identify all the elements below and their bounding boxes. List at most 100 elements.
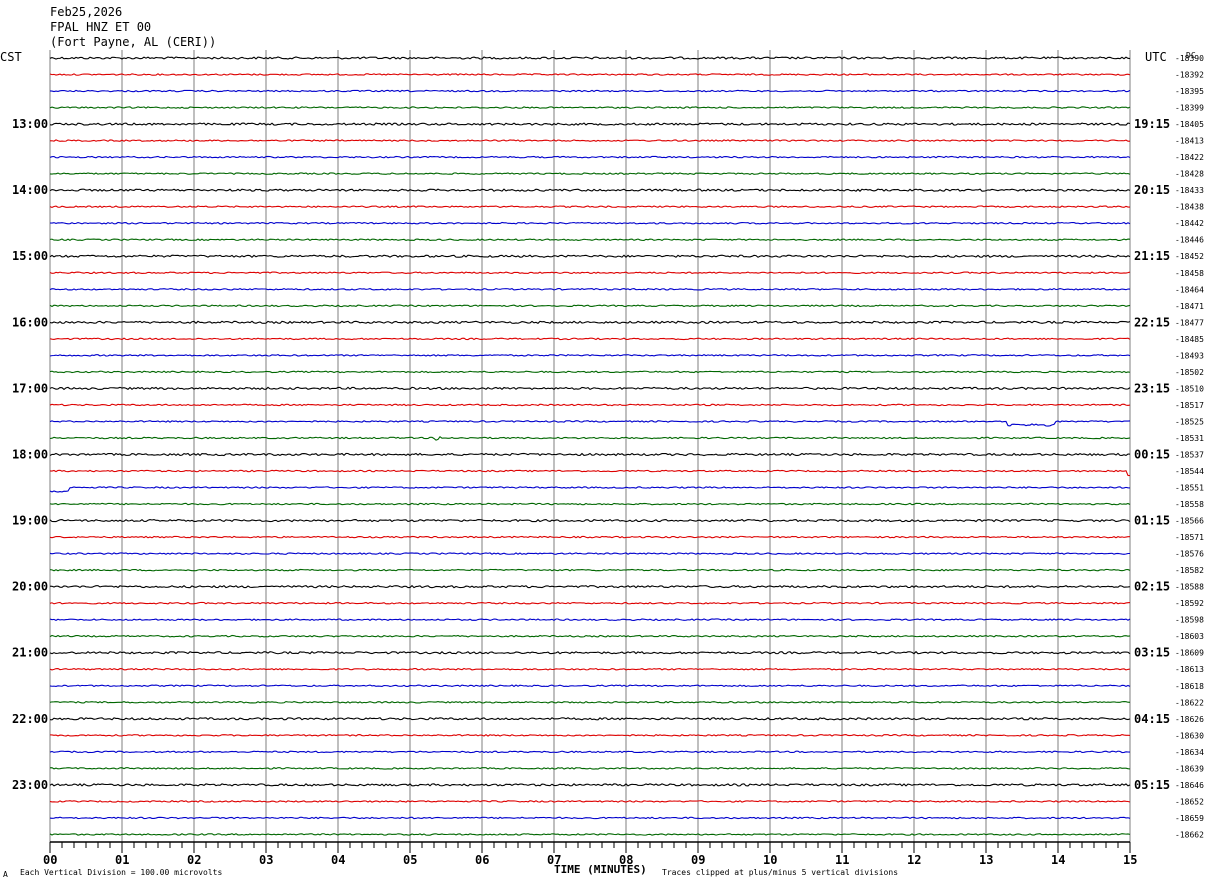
trace-16: [49, 320, 1131, 325]
trace-35: [49, 634, 1131, 638]
right-hour-label-1: 20:15: [1134, 183, 1170, 197]
left-hour-label-4: 17:00: [12, 381, 48, 395]
minute-grid: [49, 50, 1131, 842]
x-tick-label-14: 14: [1051, 853, 1065, 867]
trace-lines: [49, 56, 1131, 836]
dc-value-9: -18438: [1175, 203, 1204, 212]
dc-value-13: -18458: [1175, 269, 1204, 278]
dc-value-42: -18634: [1175, 748, 1204, 757]
trace-27: [49, 502, 1131, 506]
trace-19: [49, 370, 1131, 374]
dc-value-47: -18662: [1175, 830, 1204, 839]
dc-value-10: -18442: [1175, 219, 1204, 228]
dc-value-26: -18551: [1175, 484, 1204, 493]
x-tick-label-05: 05: [403, 853, 417, 867]
trace-43: [49, 767, 1131, 770]
trace-7: [49, 172, 1131, 175]
dc-value-17: -18485: [1175, 335, 1204, 344]
right-hour-label-9: 04:15: [1134, 712, 1170, 726]
left-hour-label-10: 23:00: [12, 778, 48, 792]
dc-value-18: -18493: [1175, 351, 1204, 360]
dc-value-37: -18613: [1175, 665, 1204, 674]
dc-value-28: -18566: [1175, 517, 1204, 526]
trace-1: [49, 73, 1131, 76]
right-hour-label-2: 21:15: [1134, 249, 1170, 263]
dc-value-43: -18639: [1175, 764, 1204, 773]
dc-value-8: -18433: [1175, 186, 1204, 195]
trace-41: [49, 733, 1131, 737]
trace-4: [49, 122, 1131, 126]
seismogram-plot: Feb25,2026 FPAL HNZ ET 00 (Fort Payne, A…: [0, 5, 1204, 879]
station-location: (Fort Payne, AL (CERI)): [50, 35, 216, 49]
trace-15: [49, 304, 1131, 308]
x-tick-label-06: 06: [475, 853, 489, 867]
trace-45: [49, 800, 1131, 803]
dc-value-19: -18502: [1175, 368, 1204, 377]
dc-value-21: -18517: [1175, 401, 1204, 410]
right-hour-label-7: 02:15: [1134, 580, 1170, 594]
x-tick-label-03: 03: [259, 853, 273, 867]
trace-38: [49, 684, 1131, 688]
dc-value-39: -18622: [1175, 698, 1204, 707]
x-tick-label-15: 15: [1123, 853, 1137, 867]
trace-26: [49, 486, 1131, 493]
dc-value-23: -18531: [1175, 434, 1204, 443]
dc-value-36: -18609: [1175, 649, 1204, 658]
dc-value-7: -18428: [1175, 170, 1204, 179]
right-hour-label-6: 01:15: [1134, 514, 1170, 528]
x-tick-label-10: 10: [763, 853, 777, 867]
x-tick-label-13: 13: [979, 853, 993, 867]
x-tick-label-11: 11: [835, 853, 849, 867]
dc-value-31: -18582: [1175, 566, 1204, 575]
scale-note: Each Vertical Division = 100.00 microvol…: [20, 868, 222, 877]
x-tick-label-12: 12: [907, 853, 921, 867]
dc-offset-labels: -18390 -18392 -18395 -18399 -18405 -18413 -184…: [1175, 54, 1204, 839]
x-tick-label-04: 04: [331, 853, 345, 867]
trace-2: [49, 89, 1131, 93]
dc-value-22: -18525: [1175, 417, 1204, 426]
left-hour-label-7: 20:00: [12, 580, 48, 594]
trace-39: [49, 700, 1131, 704]
trace-37: [49, 667, 1131, 671]
dc-value-5: -18413: [1175, 137, 1204, 146]
dc-value-44: -18646: [1175, 781, 1204, 790]
trace-21: [49, 403, 1131, 407]
dc-value-33: -18592: [1175, 599, 1204, 608]
left-timezone-label: CST: [0, 50, 22, 64]
dc-value-11: -18446: [1175, 236, 1204, 245]
trace-25: [49, 469, 1131, 477]
trace-9: [49, 205, 1131, 209]
trace-5: [49, 139, 1131, 142]
trace-22: [49, 420, 1131, 427]
dc-value-45: -18652: [1175, 797, 1204, 806]
dc-value-0: -18390: [1175, 54, 1204, 63]
dc-value-38: -18618: [1175, 682, 1204, 691]
trace-0: [49, 56, 1131, 60]
left-hour-label-1: 14:00: [12, 183, 48, 197]
trace-42: [49, 750, 1131, 754]
right-hour-label-10: 05:15: [1134, 778, 1170, 792]
trace-18: [49, 354, 1131, 357]
clip-note: Traces clipped at plus/minus 5 vertical …: [662, 868, 898, 877]
trace-20: [49, 386, 1131, 391]
trace-17: [49, 337, 1131, 341]
trace-44: [49, 783, 1131, 787]
x-axis-title: TIME (MINUTES): [554, 863, 647, 876]
x-tick-label-09: 09: [691, 853, 705, 867]
corner-mark: A: [3, 870, 8, 879]
dc-value-14: -18464: [1175, 285, 1204, 294]
left-hour-label-8: 21:00: [12, 646, 48, 660]
trace-29: [49, 535, 1131, 539]
left-hour-label-6: 19:00: [12, 514, 48, 528]
trace-14: [49, 287, 1131, 291]
station-header: Feb25,2026 FPAL HNZ ET 00 (Fort Payne, A…: [50, 5, 216, 49]
dc-value-12: -18452: [1175, 252, 1204, 261]
trace-8: [49, 188, 1131, 192]
dc-value-2: -18395: [1175, 87, 1204, 96]
dc-value-16: -18477: [1175, 318, 1204, 327]
trace-13: [49, 271, 1131, 275]
dc-value-34: -18598: [1175, 616, 1204, 625]
dc-value-6: -18422: [1175, 153, 1204, 162]
left-hour-label-0: 13:00: [12, 117, 48, 131]
right-hour-label-4: 23:15: [1134, 381, 1170, 395]
